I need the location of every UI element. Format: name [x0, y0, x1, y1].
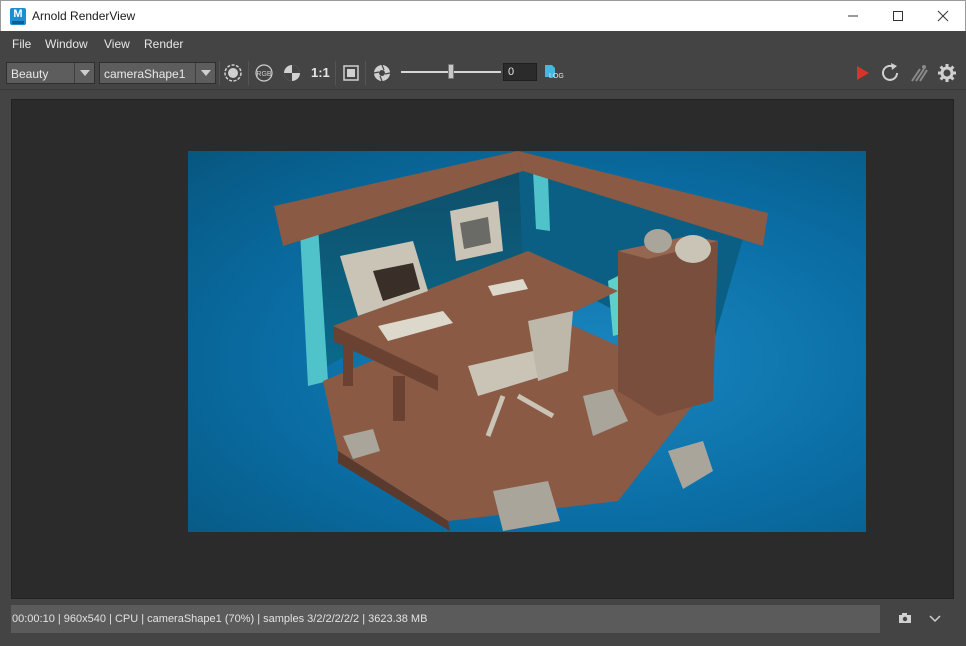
window-title: Arnold RenderView — [32, 9, 136, 23]
menu-window[interactable]: Window — [45, 37, 88, 51]
target-icon — [224, 64, 242, 82]
expand-panel-button[interactable] — [922, 607, 948, 631]
checker-icon — [284, 65, 300, 81]
exposure-input[interactable]: 0 — [503, 63, 537, 81]
ipr-button[interactable] — [906, 61, 932, 85]
menu-bar: File Window View Render — [0, 31, 966, 56]
ipr-icon — [911, 65, 928, 82]
menu-file[interactable]: File — [12, 37, 31, 51]
start-render-button[interactable] — [850, 61, 876, 85]
rendered-image — [188, 151, 866, 532]
minimize-icon — [848, 15, 858, 17]
gear-icon — [938, 64, 956, 82]
status-text: 00:00:10 | 960x540 | CPU | cameraShape1 … — [12, 613, 428, 625]
toolbar-separator — [219, 61, 220, 85]
exposure-slider-handle[interactable] — [448, 64, 454, 79]
chevron-down-icon — [80, 70, 90, 76]
camera-dropdown[interactable]: cameraShape1 — [99, 62, 216, 84]
maya-app-icon: M — [10, 8, 26, 25]
chevron-down-icon — [201, 70, 211, 76]
toolbar-separator — [335, 61, 336, 85]
status-bar: 00:00:10 | 960x540 | CPU | cameraShape1 … — [11, 605, 880, 633]
aov-dropdown[interactable]: Beauty — [6, 62, 95, 84]
exposure-button[interactable] — [369, 61, 395, 85]
render-scene — [274, 151, 768, 531]
rgb-channel-button[interactable]: RGB — [251, 61, 277, 85]
alpha-channel-button[interactable] — [279, 61, 305, 85]
settings-button[interactable] — [934, 61, 960, 85]
snapshot-button[interactable] — [892, 607, 918, 631]
toolbar: Beauty cameraShape1 RGB 1:1 — [0, 56, 966, 90]
camera-dropdown-arrow[interactable] — [195, 63, 215, 83]
maximize-icon — [893, 11, 903, 21]
aov-dropdown-arrow[interactable] — [74, 63, 94, 83]
minimize-button[interactable] — [830, 1, 876, 31]
toolbar-separator — [248, 61, 249, 85]
rgb-channels-icon: RGB — [255, 64, 273, 82]
menu-render[interactable]: Render — [144, 37, 183, 51]
isolate-selection-button[interactable] — [221, 61, 247, 85]
maximize-button[interactable] — [875, 1, 921, 31]
chevron-down-icon — [929, 615, 941, 623]
close-icon — [937, 10, 949, 22]
menu-view[interactable]: View — [104, 37, 130, 51]
title-bar: M Arnold RenderView — [0, 0, 966, 31]
close-button[interactable] — [920, 1, 966, 31]
refresh-render-button[interactable] — [878, 61, 904, 85]
aperture-icon — [373, 64, 391, 82]
camera-dropdown-value: cameraShape1 — [104, 67, 186, 81]
refresh-icon — [882, 63, 898, 81]
log-label: LOG — [549, 73, 564, 80]
zoom-ratio-button[interactable]: 1:1 — [311, 65, 330, 80]
play-icon — [857, 66, 869, 80]
frame-icon — [343, 65, 359, 81]
frame-all-button[interactable] — [338, 61, 364, 85]
rgb-label: RGB — [256, 71, 272, 78]
toolbar-separator — [365, 61, 366, 85]
aov-dropdown-value: Beauty — [11, 67, 49, 81]
camera-icon — [899, 613, 911, 623]
